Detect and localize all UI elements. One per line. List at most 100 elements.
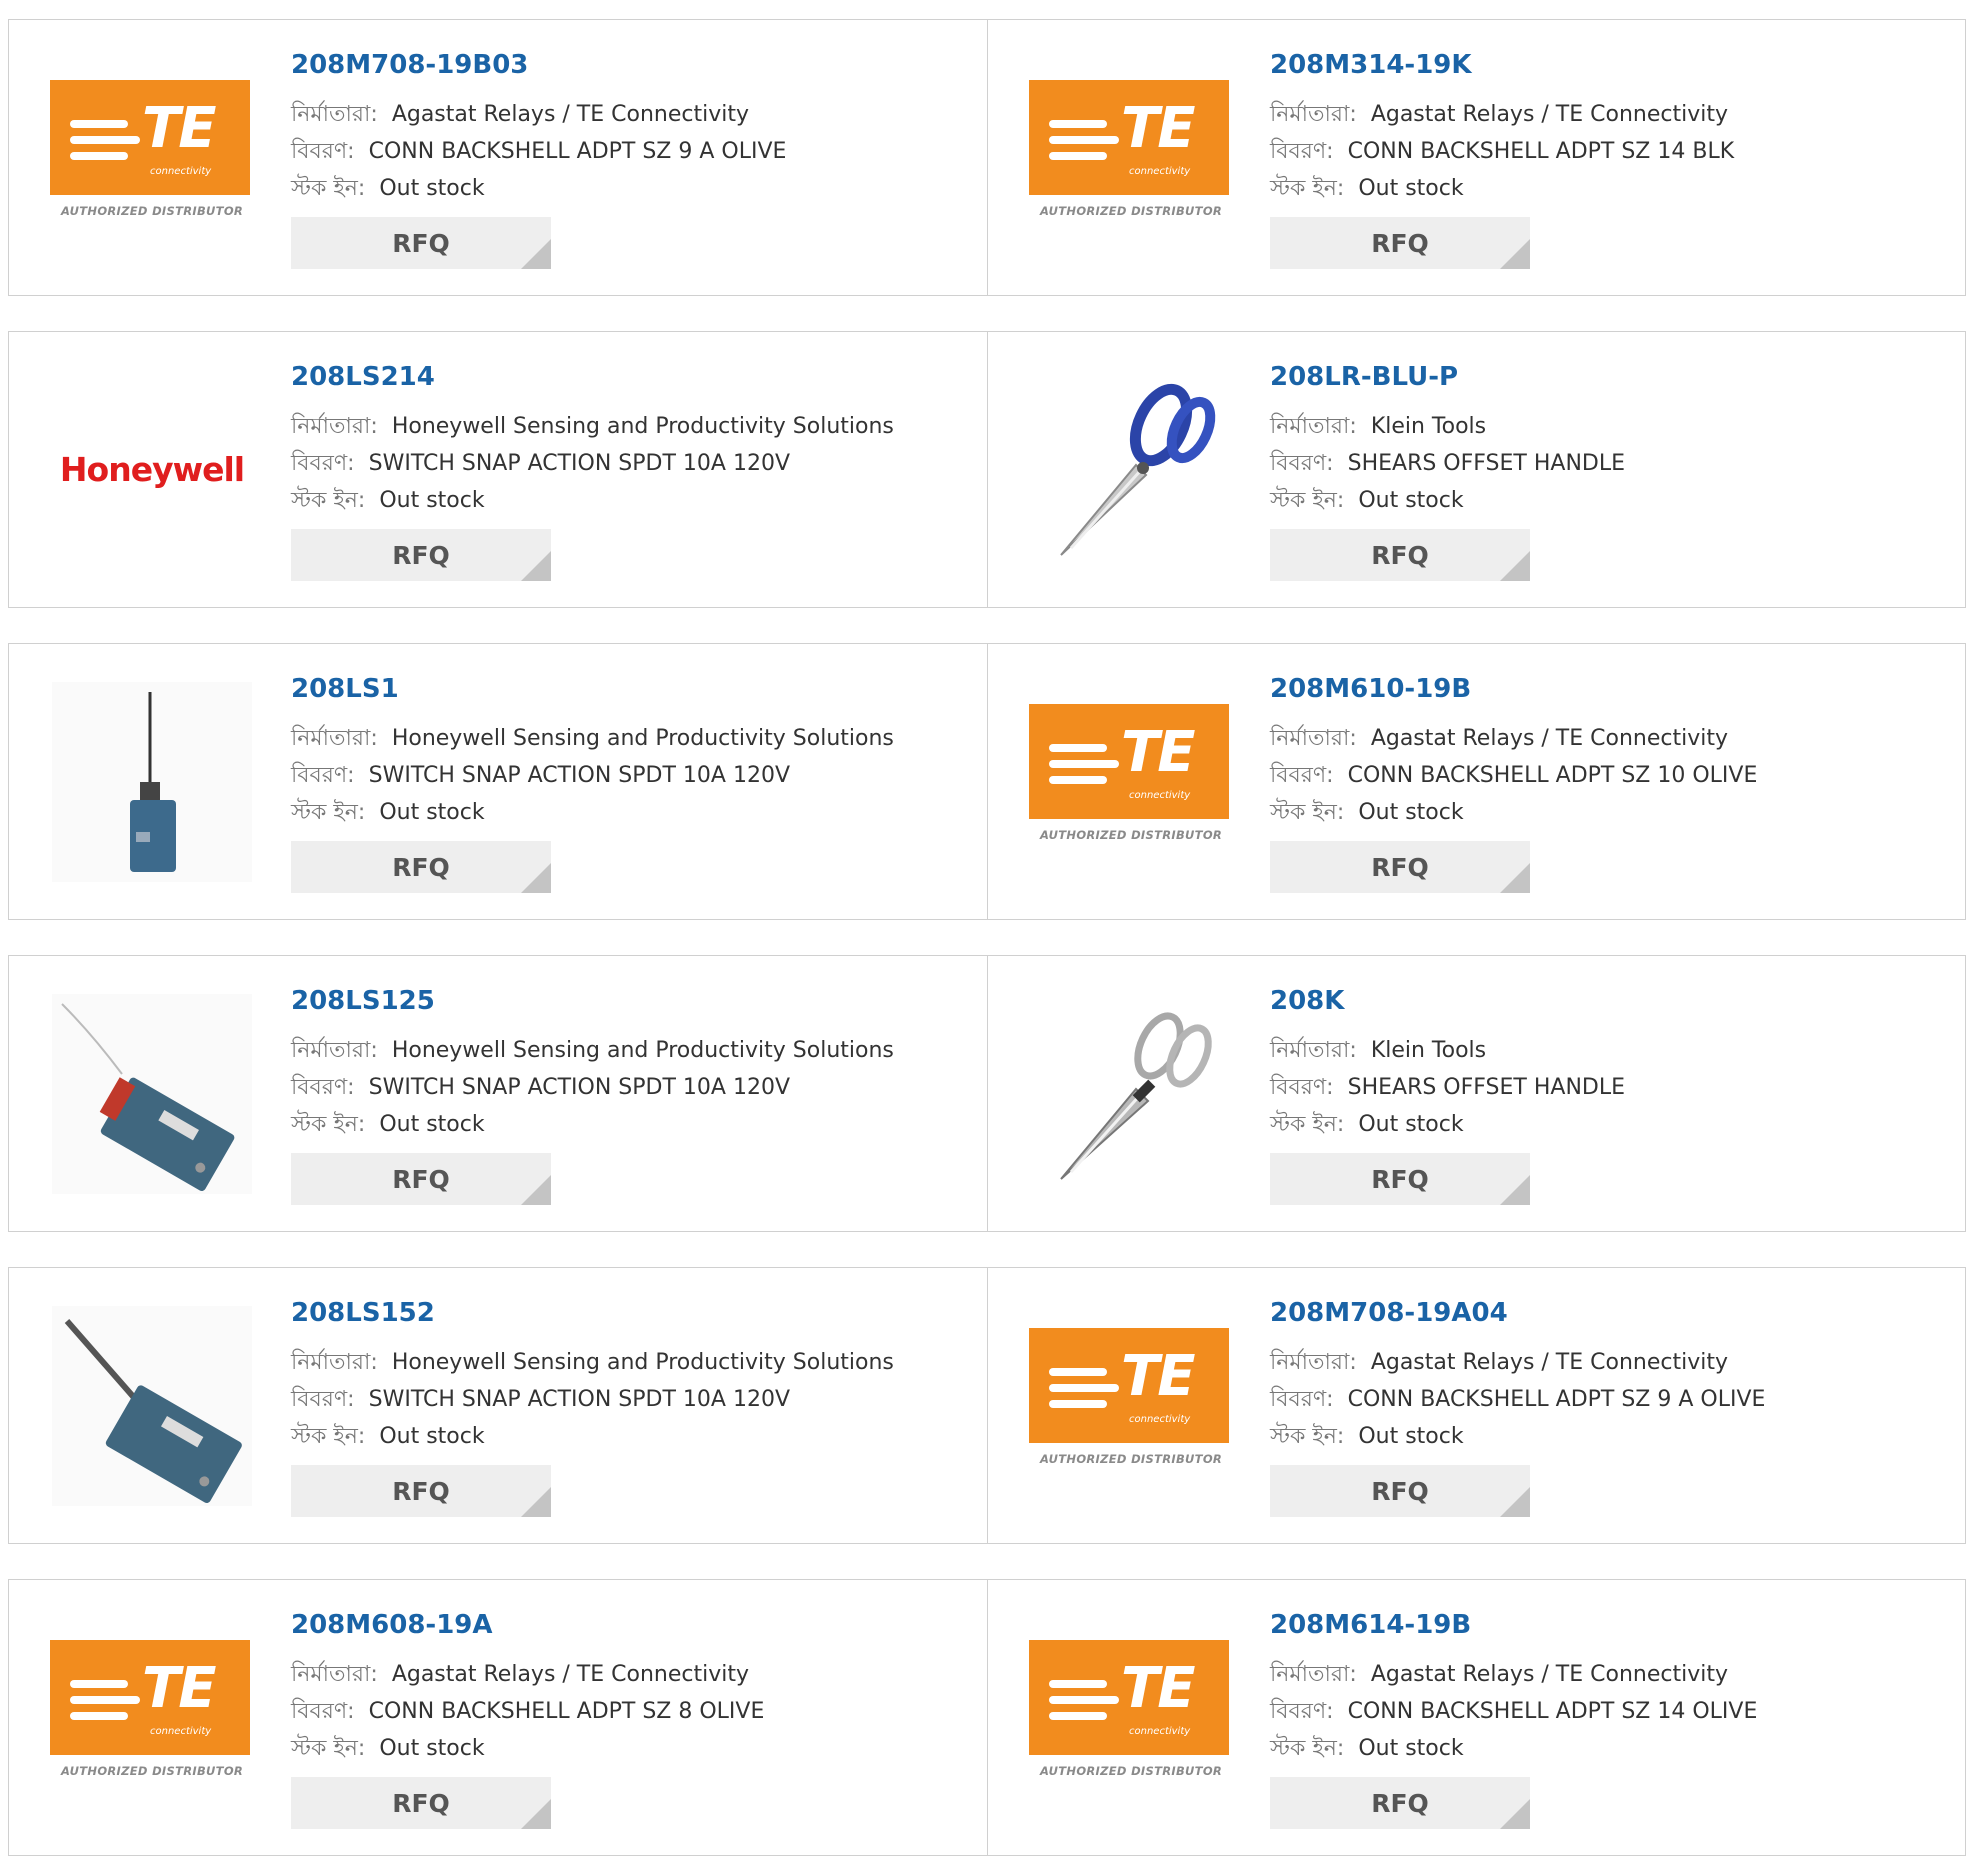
description-value: SWITCH SNAP ACTION SPDT 10A 120V <box>368 1387 790 1412</box>
product-image[interactable]: TE connectivity AUTHORIZED DISTRIBUTOR <box>1029 1640 1233 1795</box>
product-image[interactable]: TE connectivity AUTHORIZED DISTRIBUTOR <box>50 80 254 235</box>
product-card: TE connectivity AUTHORIZED DISTRIBUTOR 20… <box>9 1580 987 1855</box>
description-label: বিবরণ: <box>1270 1699 1334 1724</box>
manufacturer-value: Agastat Relays / TE Connectivity <box>1370 102 1728 127</box>
part-number-link[interactable]: 208M610-19B <box>1270 672 1945 706</box>
description-label: বিবরণ: <box>291 1387 355 1412</box>
product-card: TE connectivity AUTHORIZED DISTRIBUTOR 20… <box>987 1268 1965 1543</box>
manufacturer-label: নির্মাতারা: <box>1270 414 1357 439</box>
rfq-button[interactable]: RFQ <box>1270 1465 1530 1517</box>
rfq-button[interactable]: RFQ <box>1270 217 1530 269</box>
manufacturer-value: Klein Tools <box>1370 1038 1487 1063</box>
blue-shears-photo <box>1060 383 1216 556</box>
product-card: TE connectivity AUTHORIZED DISTRIBUTOR 20… <box>9 20 987 295</box>
part-number-link[interactable]: 208M614-19B <box>1270 1608 1945 1642</box>
product-image[interactable]: TE connectivity AUTHORIZED DISTRIBUTOR <box>1029 704 1233 859</box>
stock-label: স্টক ইন: <box>1270 488 1345 513</box>
rfq-button[interactable]: RFQ <box>291 217 551 269</box>
description-value: SWITCH SNAP ACTION SPDT 10A 120V <box>368 451 790 476</box>
product-card: TE connectivity AUTHORIZED DISTRIBUTOR 20… <box>987 1580 1965 1855</box>
te-connectivity-logo: TE connectivity AUTHORIZED DISTRIBUTOR <box>50 80 254 235</box>
rfq-button[interactable]: RFQ <box>291 1153 551 1205</box>
stock-label: স্টক ইন: <box>1270 1424 1345 1449</box>
stock-value: Out stock <box>1358 1736 1464 1761</box>
manufacturer-value: Agastat Relays / TE Connectivity <box>1370 1350 1728 1375</box>
description-value: SWITCH SNAP ACTION SPDT 10A 120V <box>368 763 790 788</box>
stock-value: Out stock <box>1358 1424 1464 1449</box>
rfq-button[interactable]: RFQ <box>1270 841 1530 893</box>
part-number-link[interactable]: 208K <box>1270 984 1945 1018</box>
product-image[interactable]: TE connectivity AUTHORIZED DISTRIBUTOR <box>1029 80 1233 235</box>
limit-switch-wire-photo <box>52 993 252 1194</box>
part-number-link[interactable]: 208LS125 <box>291 984 967 1018</box>
manufacturer-value: Agastat Relays / TE Connectivity <box>1370 1662 1728 1687</box>
product-card: 208LR-BLU-P নির্মাতারা: Klein Tools বিবরণ… <box>987 332 1965 607</box>
part-number-link[interactable]: 208M708-19B03 <box>291 48 967 82</box>
rfq-button[interactable]: RFQ <box>291 529 551 581</box>
manufacturer-value: Honeywell Sensing and Productivity Solut… <box>391 414 894 439</box>
manufacturer-label: নির্মাতারা: <box>1270 1038 1357 1063</box>
description-label: বিবরণ: <box>1270 763 1334 788</box>
description-label: বিবরণ: <box>291 1699 355 1724</box>
honeywell-logo: Honeywell <box>59 450 245 489</box>
part-number-link[interactable]: 208LS152 <box>291 1296 967 1330</box>
product-image[interactable] <box>1029 1012 1233 1180</box>
product-row: 208LS1 নির্মাতারা: Honeywell Sensing and … <box>8 643 1966 920</box>
manufacturer-value: Agastat Relays / TE Connectivity <box>391 102 749 127</box>
product-row: TE connectivity AUTHORIZED DISTRIBUTOR 20… <box>8 1579 1966 1856</box>
description-value: CONN BACKSHELL ADPT SZ 14 OLIVE <box>1347 1699 1758 1724</box>
rfq-button[interactable]: RFQ <box>1270 1777 1530 1829</box>
stock-value: Out stock <box>379 176 485 201</box>
authorized-distributor-text: AUTHORIZED DISTRIBUTOR <box>60 1764 244 1778</box>
manufacturer-value: Honeywell Sensing and Productivity Solut… <box>391 726 894 751</box>
manufacturer-label: নির্মাতারা: <box>1270 1350 1357 1375</box>
product-image[interactable]: TE connectivity AUTHORIZED DISTRIBUTOR <box>1029 1328 1233 1483</box>
te-connectivity-logo: TE connectivity AUTHORIZED DISTRIBUTOR <box>1029 1328 1233 1483</box>
stock-label: স্টক ইন: <box>291 1112 366 1137</box>
stock-value: Out stock <box>379 1424 485 1449</box>
part-number-link[interactable]: 208M608-19A <box>291 1608 967 1642</box>
stock-value: Out stock <box>1358 488 1464 513</box>
stock-label: স্টক ইন: <box>1270 1112 1345 1137</box>
product-row: TE connectivity AUTHORIZED DISTRIBUTOR 20… <box>8 19 1966 296</box>
part-number-link[interactable]: 208M314-19K <box>1270 48 1945 82</box>
rfq-button[interactable]: RFQ <box>291 1465 551 1517</box>
product-image[interactable]: Honeywell <box>50 392 254 547</box>
rfq-button[interactable]: RFQ <box>291 1777 551 1829</box>
stock-value: Out stock <box>1358 1112 1464 1137</box>
part-number-link[interactable]: 208LS1 <box>291 672 967 706</box>
stock-label: স্টক ইন: <box>291 1736 366 1761</box>
rfq-button[interactable]: RFQ <box>1270 1153 1530 1205</box>
product-card: 208LS1 নির্মাতারা: Honeywell Sensing and … <box>9 644 987 919</box>
manufacturer-label: নির্মাতারা: <box>291 102 378 127</box>
product-image[interactable]: TE connectivity AUTHORIZED DISTRIBUTOR <box>50 1640 254 1795</box>
description-label: বিবরণ: <box>1270 451 1334 476</box>
product-card: TE connectivity AUTHORIZED DISTRIBUTOR 20… <box>987 20 1965 295</box>
manufacturer-label: নির্মাতারা: <box>291 1662 378 1687</box>
product-image[interactable] <box>50 993 254 1194</box>
manufacturer-label: নির্মাতারা: <box>291 726 378 751</box>
stock-value: Out stock <box>1358 176 1464 201</box>
authorized-distributor-text: AUTHORIZED DISTRIBUTOR <box>1039 828 1223 842</box>
authorized-distributor-text: AUTHORIZED DISTRIBUTOR <box>1039 1764 1223 1778</box>
description-label: বিবরণ: <box>291 1075 355 1100</box>
stock-value: Out stock <box>379 488 485 513</box>
te-connectivity-logo: TE connectivity AUTHORIZED DISTRIBUTOR <box>1029 80 1233 235</box>
rfq-button[interactable]: RFQ <box>291 841 551 893</box>
manufacturer-label: নির্মাতারা: <box>291 414 378 439</box>
part-number-link[interactable]: 208M708-19A04 <box>1270 1296 1945 1330</box>
product-image[interactable] <box>50 681 254 882</box>
rfq-button[interactable]: RFQ <box>1270 529 1530 581</box>
stock-label: স্টক ইন: <box>1270 1736 1345 1761</box>
product-image[interactable] <box>1029 383 1233 556</box>
manufacturer-label: নির্মাতারা: <box>291 1350 378 1375</box>
manufacturer-label: নির্মাতারা: <box>1270 102 1357 127</box>
stock-value: Out stock <box>379 800 485 825</box>
authorized-distributor-text: AUTHORIZED DISTRIBUTOR <box>60 204 244 218</box>
manufacturer-label: নির্মাতারা: <box>1270 1662 1357 1687</box>
part-number-link[interactable]: 208LS214 <box>291 360 967 394</box>
te-connectivity-logo: TE connectivity AUTHORIZED DISTRIBUTOR <box>1029 1640 1233 1795</box>
product-image[interactable] <box>50 1305 254 1506</box>
product-card: 208LS152 নির্মাতারা: Honeywell Sensing an… <box>9 1268 987 1543</box>
part-number-link[interactable]: 208LR-BLU-P <box>1270 360 1945 394</box>
